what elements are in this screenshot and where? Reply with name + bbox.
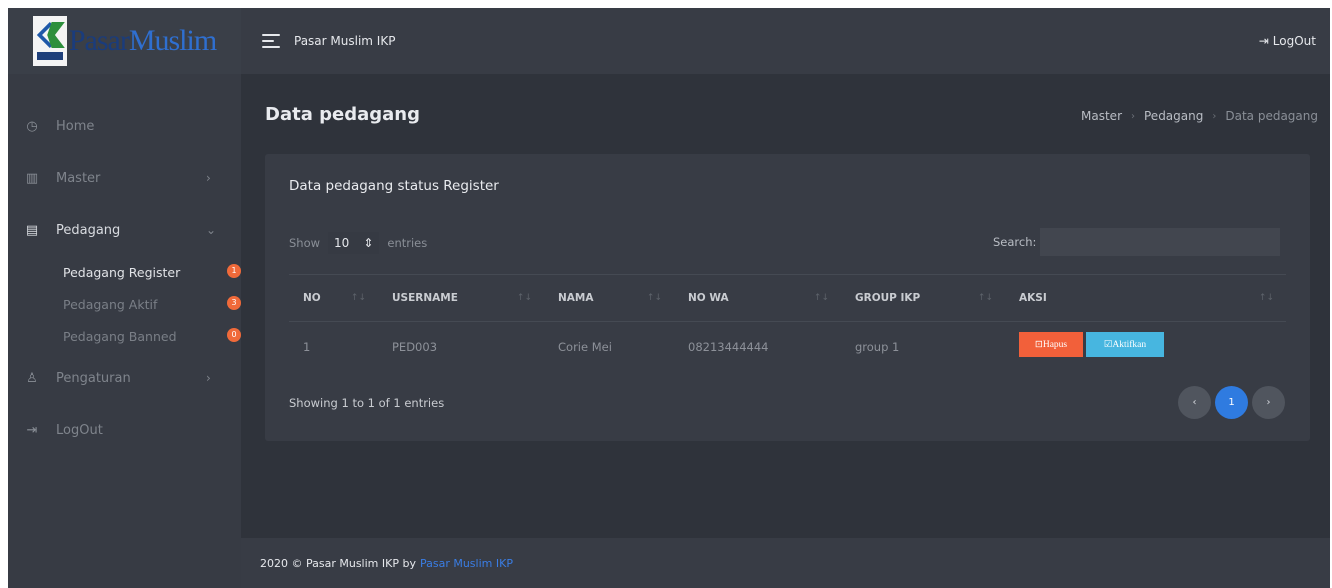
count-badge: 0 (227, 328, 241, 342)
footer-text: 2020 © Pasar Muslim IKP by (260, 556, 416, 570)
table-info: Showing 1 to 1 of 1 entries (289, 396, 445, 410)
chevron-right-icon: › (206, 371, 211, 385)
sidebar-subitem-label: Pedagang Banned (63, 328, 177, 344)
page-title: Data pedagang (265, 104, 420, 125)
column-header-nama[interactable]: NAMA ↑↓ (544, 275, 674, 321)
grid-icon: ▥ (25, 170, 39, 186)
entries-select[interactable]: 10 ⇕ (328, 232, 380, 254)
main-content: Data pedagang Master › Pedagang › Data p… (241, 74, 1330, 538)
app-title: Pasar Muslim IKP (294, 34, 396, 48)
sidebar-subitem-pedagang-register[interactable]: Pedagang Register 1 (63, 256, 241, 288)
count-badge: 1 (227, 264, 241, 278)
search-label: Search: (993, 235, 1037, 249)
pagination-previous-button[interactable]: ‹ (1178, 386, 1211, 419)
pagination: ‹ 1 › (1178, 386, 1285, 419)
sidebar-item-label: LogOut (56, 422, 103, 438)
table-header: NO ↑↓ USERNAME ↑↓ NAMA ↑↓ NO WA ↑↓ GROUP IKP… (289, 274, 1286, 322)
sidebar-item-label: Pengaturan (56, 370, 131, 386)
sidebar-subitem-pedagang-banned[interactable]: Pedagang Banned 0 (63, 320, 241, 352)
entries-length-control: Show 10 ⇕ entries (289, 232, 427, 254)
sidebar-item-logout[interactable]: ⇥ LogOut (8, 404, 241, 456)
topbar: Pasar Muslim IKP ⇥ LogOut (241, 8, 1330, 74)
breadcrumb: Master › Pedagang › Data pedagang (1081, 109, 1318, 123)
logout-button[interactable]: ⇥ LogOut (1259, 34, 1316, 48)
sort-icon: ↑↓ (813, 293, 829, 303)
sidebar-item-label: Home (56, 118, 95, 134)
logo-mark-icon (32, 16, 67, 66)
sidebar-submenu-pedagang: Pedagang Register 1 Pedagang Aktif 3 Ped… (8, 256, 241, 352)
cell-no: 1 (303, 340, 311, 354)
card-title: Data pedagang status Register (289, 178, 499, 194)
hapus-button[interactable]: ⊡ Hapus (1019, 332, 1083, 357)
breadcrumb-separator-icon: › (1131, 110, 1135, 122)
count-badge: 3 (227, 296, 241, 310)
search-control: Search: (993, 228, 1281, 256)
table-row: 1 PED003 Corie Mei 08213444444 group 1 ⊡… (289, 322, 1286, 372)
app: PasarMuslim ◷ Home ▥ Master › ▤ Pedagang… (8, 8, 1330, 588)
entries-label: entries (387, 236, 428, 250)
cell-nama: Corie Mei (558, 340, 612, 354)
aktifkan-button[interactable]: ☑ Aktifkan (1086, 332, 1164, 357)
cell-aksi: ⊡ Hapus ☑ Aktifkan (1005, 322, 1286, 372)
edit-icon: ☑ (1103, 340, 1113, 350)
chevron-right-icon: › (206, 171, 211, 185)
logout-icon: ⇥ (26, 422, 38, 438)
logo-text: PasarMuslim (68, 24, 217, 57)
search-input[interactable] (1040, 228, 1281, 256)
sort-icon: ↑↓ (1258, 293, 1274, 303)
sort-icon: ↑↓ (350, 293, 366, 303)
trash-icon: ⊡ (1034, 340, 1043, 350)
user-settings-icon: ♙ (26, 370, 38, 386)
column-header-no[interactable]: NO ↑↓ (289, 275, 378, 321)
chevron-down-icon: ⌄ (206, 223, 217, 237)
sort-icon: ↑↓ (516, 293, 532, 303)
brand[interactable]: PasarMuslim (8, 8, 241, 74)
sidebar-item-pedagang[interactable]: ▤ Pedagang ⌄ (8, 204, 241, 256)
logout-label: LogOut (1272, 34, 1316, 48)
entries-select-value: 10 (334, 236, 350, 250)
page-frame: PasarMuslim ◷ Home ▥ Master › ▤ Pedagang… (0, 0, 1332, 588)
pagination-next-button[interactable]: › (1252, 386, 1285, 419)
sidebar-subitem-label: Pedagang Aktif (63, 296, 158, 312)
breadcrumb-item-master[interactable]: Master (1081, 109, 1122, 123)
sidebar: PasarMuslim ◷ Home ▥ Master › ▤ Pedagang… (8, 8, 241, 588)
pagination-page-1[interactable]: 1 (1215, 386, 1248, 419)
sort-icon: ↑↓ (646, 293, 662, 303)
column-header-aksi[interactable]: AKSI ↑↓ (1005, 275, 1286, 321)
breadcrumb-item-current: Data pedagang (1225, 109, 1318, 123)
sidebar-item-home[interactable]: ◷ Home (8, 100, 241, 152)
column-header-username[interactable]: USERNAME ↑↓ (378, 275, 544, 321)
sidebar-nav: ◷ Home ▥ Master › ▤ Pedagang ⌄ Pedagang … (8, 74, 241, 456)
sidebar-subitem-label: Pedagang Register (63, 264, 181, 280)
breadcrumb-item-pedagang[interactable]: Pedagang (1144, 109, 1203, 123)
clock-icon: ◷ (26, 118, 38, 134)
breadcrumb-separator-icon: › (1212, 110, 1217, 122)
column-header-group-ikp[interactable]: GROUP IKP ↑↓ (841, 275, 1005, 321)
sidebar-item-pengaturan[interactable]: ♙ Pengaturan › (8, 352, 241, 404)
cell-group: group 1 (855, 340, 900, 354)
sort-icon: ↑↓ (977, 293, 993, 303)
footer: 2020 © Pasar Muslim IKP by Pasar Muslim … (241, 538, 1330, 588)
sidebar-item-label: Master (56, 170, 101, 186)
column-header-no-wa[interactable]: NO WA ↑↓ (674, 275, 841, 321)
cell-username: PED003 (392, 340, 438, 354)
pedagang-table: NO ↑↓ USERNAME ↑↓ NAMA ↑↓ NO WA ↑↓ GROUP IKP… (289, 274, 1286, 372)
sidebar-subitem-pedagang-aktif[interactable]: Pedagang Aktif 3 (63, 288, 241, 320)
show-label: Show (289, 236, 321, 250)
footer-link[interactable]: Pasar Muslim IKP (420, 557, 513, 570)
data-card: Data pedagang status Register Show 10 ⇕ … (265, 154, 1310, 441)
cell-no-wa: 08213444444 (688, 340, 769, 354)
sidebar-item-master[interactable]: ▥ Master › (8, 152, 241, 204)
select-arrows-icon: ⇕ (363, 236, 374, 250)
logout-icon: ⇥ (1258, 34, 1269, 48)
logo: PasarMuslim (32, 16, 217, 66)
clipboard-icon: ▤ (25, 222, 39, 238)
hamburger-menu-icon[interactable] (262, 34, 280, 48)
sidebar-item-label: Pedagang (56, 222, 121, 238)
